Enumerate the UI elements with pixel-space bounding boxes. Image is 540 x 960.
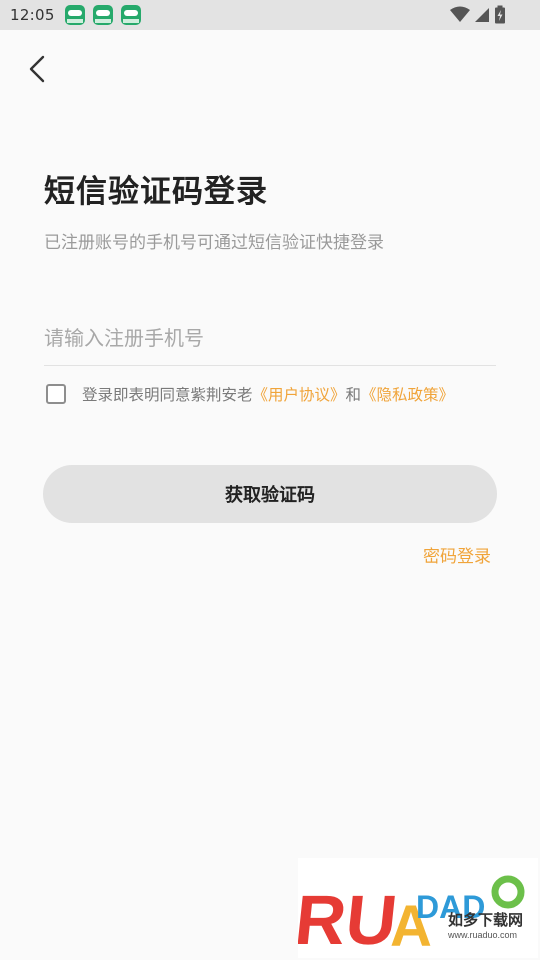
get-verification-code-button[interactable]: 获取验证码 — [43, 465, 497, 523]
app-notification-icon — [64, 5, 85, 25]
page-subtitle: 已注册账号的手机号可通过短信验证快捷登录 — [44, 233, 384, 253]
agreement-conjunction: 和 — [345, 386, 362, 404]
get-code-label: 获取验证码 — [225, 485, 315, 506]
status-bar: 12:05 — [0, 0, 540, 30]
site-watermark-logo: RU A DAD 如多下载网 www.ruaduo.com — [298, 858, 538, 958]
app-notification-icon — [92, 5, 113, 25]
signal-icon — [475, 8, 489, 22]
phone-number-input[interactable] — [44, 310, 496, 366]
password-login-link[interactable]: 密码登录 — [423, 542, 491, 567]
user-agreement-link[interactable]: 《用户协议》 — [253, 383, 346, 405]
svg-text:RU: RU — [298, 880, 401, 958]
wifi-icon — [450, 6, 470, 22]
chevron-left-icon — [29, 55, 45, 83]
agreement-row: 登录即表明同意紫荆安老 《用户协议》 和 《隐私政策》 — [46, 383, 454, 405]
svg-text:如多下载网: 如多下载网 — [448, 911, 523, 929]
svg-text:www.ruaduo.com: www.ruaduo.com — [447, 930, 517, 940]
status-time: 12:05 — [10, 6, 55, 24]
app-notification-icon — [120, 5, 141, 25]
back-button[interactable] — [22, 52, 52, 86]
battery-icon — [495, 5, 505, 24]
privacy-policy-link[interactable]: 《隐私政策》 — [361, 383, 454, 405]
agreement-checkbox[interactable] — [46, 384, 66, 404]
system-status-icons — [446, 5, 506, 25]
agreement-prefix: 登录即表明同意紫荆安老 — [82, 386, 253, 404]
page-title: 短信验证码登录 — [44, 174, 268, 210]
